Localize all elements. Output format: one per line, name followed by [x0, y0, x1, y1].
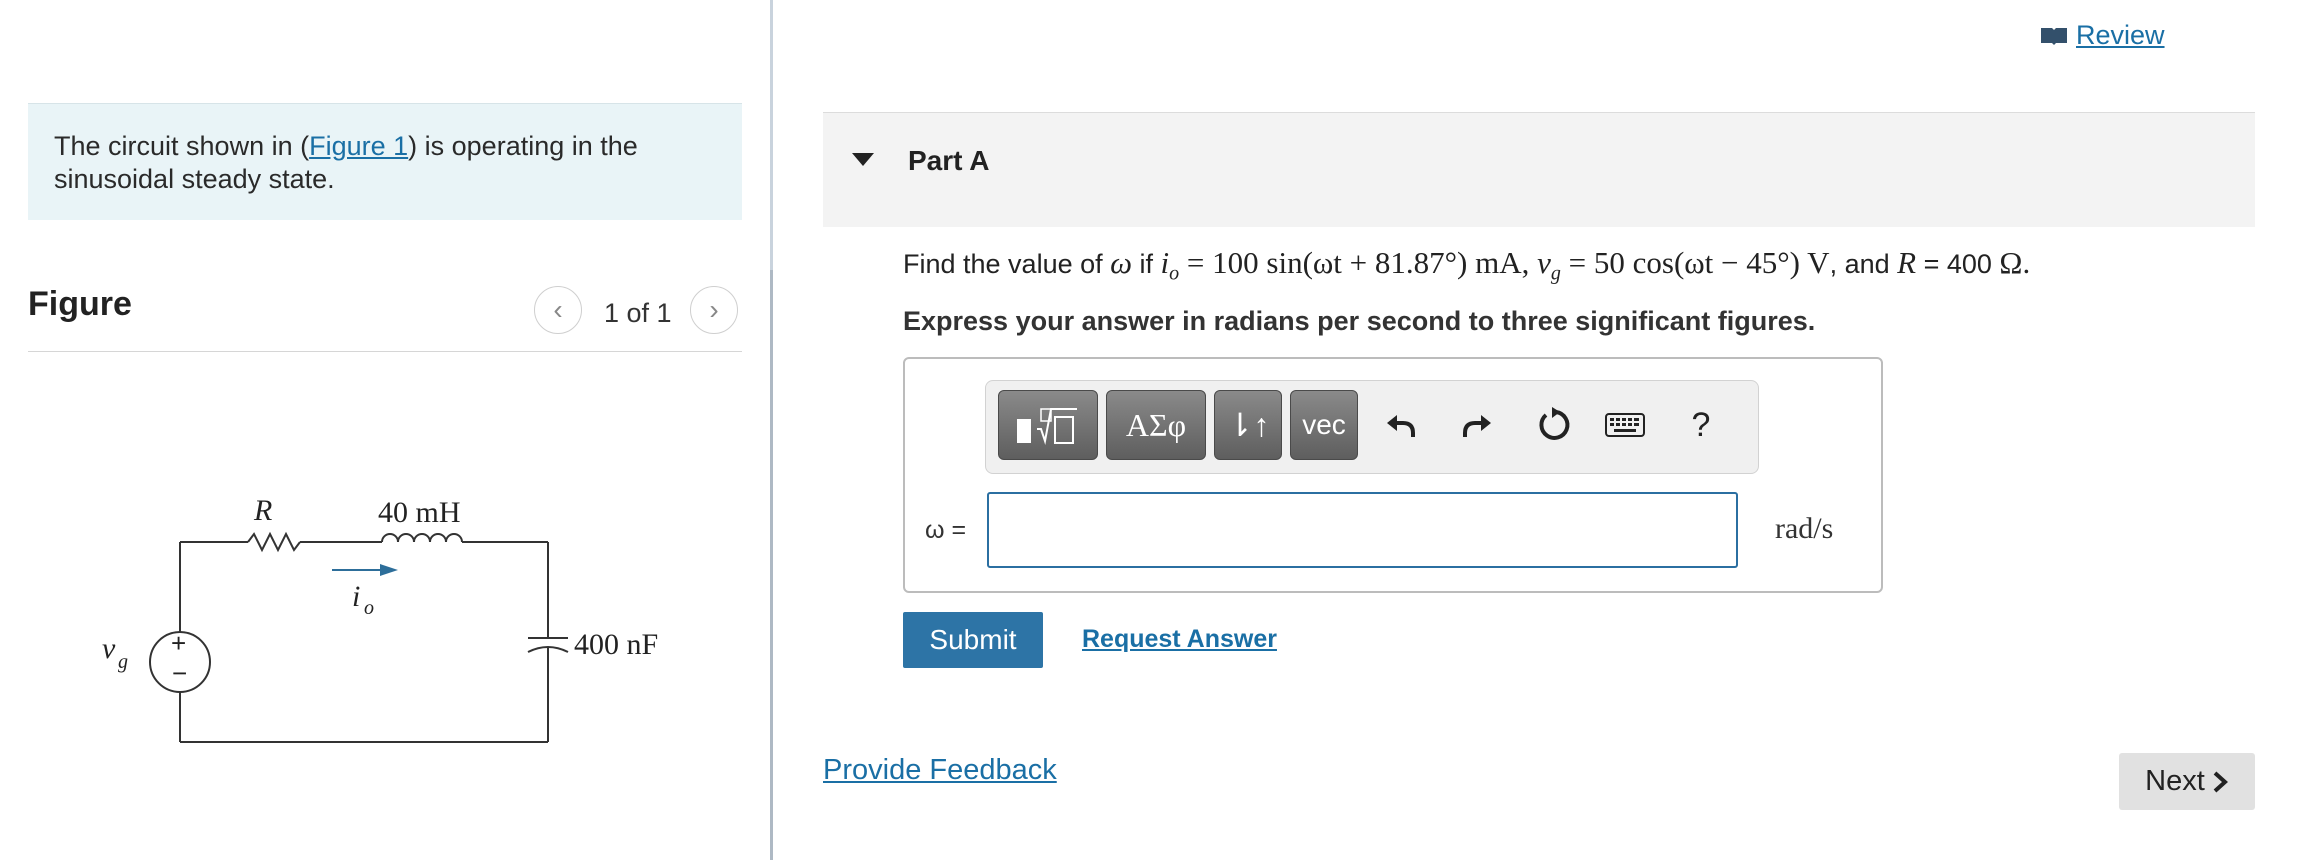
reset-button[interactable]	[1528, 400, 1578, 450]
redo-icon	[1463, 415, 1491, 437]
figure-divider	[28, 351, 742, 352]
question-io-expression: = 100 sin(ωt + 81.87°) mA,	[1179, 245, 1538, 280]
review-link[interactable]: Review	[2040, 20, 2165, 51]
next-button[interactable]: Next	[2119, 753, 2255, 810]
question-io-sub: o	[1169, 262, 1180, 285]
question-omega: ω	[1110, 245, 1133, 280]
problem-intro: The circuit shown in (Figure 1) is opera…	[28, 103, 742, 220]
review-label: Review	[2076, 20, 2165, 50]
figure-counter: 1 of 1	[604, 298, 672, 328]
book-icon	[2041, 27, 2067, 45]
subscript-superscript-button[interactable]: ⇂↑	[1214, 390, 1282, 460]
keyboard-icon	[1605, 413, 1645, 437]
keyboard-button[interactable]	[1600, 400, 1650, 450]
inductor-symbol	[381, 533, 463, 543]
source-minus-sign: −	[172, 658, 187, 688]
templates-icon	[1017, 408, 1077, 445]
prev-figure-button[interactable]: ‹	[534, 286, 582, 334]
part-title: Part A	[908, 145, 990, 176]
question-text-4: = 400	[1916, 249, 2000, 279]
redo-button[interactable]	[1452, 400, 1502, 450]
question-ohm: Ω.	[1999, 245, 2031, 280]
question-io: i	[1160, 245, 1170, 280]
question-text-1: Find the value of	[903, 249, 1111, 279]
current-subscript: o	[364, 597, 374, 619]
source-label: v	[102, 632, 116, 665]
part-a-header[interactable]	[823, 113, 2255, 227]
chevron-left-icon: ‹	[553, 294, 563, 325]
figure-title: Figure	[28, 285, 132, 323]
answer-variable-label: ω =	[925, 516, 967, 544]
current-label: i	[352, 580, 360, 613]
resistor-label: R	[253, 494, 272, 527]
next-label: Next	[2145, 765, 2205, 797]
source-subscript: g	[118, 651, 128, 673]
answer-unit: rad/s	[1775, 512, 1834, 545]
question-vg: v	[1537, 245, 1551, 280]
question-text-2: if	[1132, 249, 1161, 279]
reset-icon	[1539, 407, 1570, 440]
help-button[interactable]: ?	[1676, 400, 1726, 450]
submit-button[interactable]: Submit	[903, 612, 1043, 668]
inductor-label: 40 mH	[378, 496, 461, 529]
left-pane: The circuit shown in (Figure 1) is opera…	[0, 0, 770, 860]
templates-button[interactable]	[998, 390, 1098, 460]
source-plus-sign: +	[171, 628, 186, 658]
circuit-diagram: R 40 mH i o 400 nF v g + −	[102, 494, 658, 743]
intro-prefix: The circuit shown in (	[54, 131, 310, 161]
request-answer-link[interactable]: Request Answer	[1082, 625, 1277, 654]
collapse-caret-icon[interactable]	[852, 153, 874, 166]
chevron-right-icon: ›	[709, 294, 719, 325]
question-text: Find the value of ω if io = 100 sin(ωt +…	[903, 245, 2030, 285]
question-r: R	[1897, 245, 1917, 280]
pane-divider-handle[interactable]	[770, 270, 773, 860]
question-vg-sub: g	[1550, 262, 1561, 285]
greek-symbols-button[interactable]: ΑΣφ	[1106, 390, 1206, 460]
question-vg-expression: = 50 cos(ωt − 45°) V	[1560, 245, 1830, 280]
question-text-3: , and	[1829, 249, 1898, 279]
provide-feedback-link[interactable]: Provide Feedback	[823, 754, 1057, 787]
answer-instruction: Express your answer in radians per secon…	[903, 306, 1816, 336]
capacitor-label: 400 nF	[574, 628, 658, 661]
undo-button[interactable]	[1376, 400, 1426, 450]
answer-input[interactable]	[987, 492, 1738, 568]
next-figure-button[interactable]: ›	[690, 286, 738, 334]
vector-button[interactable]: vec	[1290, 390, 1358, 460]
resistor-symbol	[247, 531, 301, 553]
undo-icon	[1387, 415, 1415, 437]
figure-1-link[interactable]: Figure 1	[309, 131, 408, 161]
chevron-right-icon	[2213, 771, 2228, 792]
